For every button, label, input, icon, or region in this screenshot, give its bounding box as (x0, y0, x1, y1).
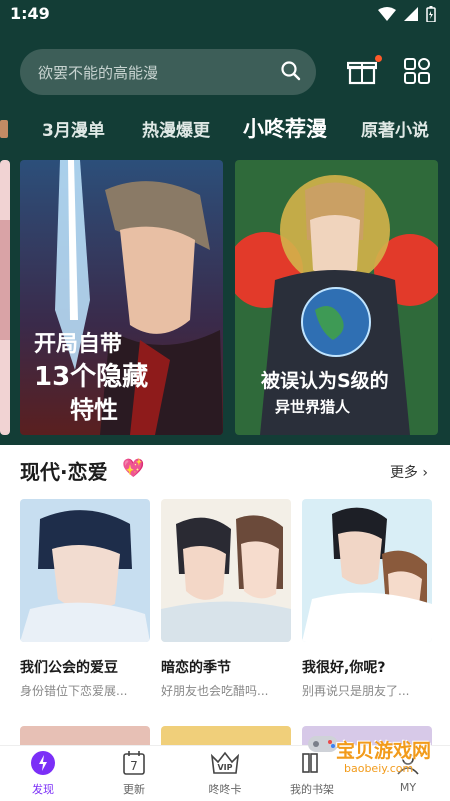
battery-icon (426, 6, 436, 22)
section-title: 现代·恋爱 (20, 460, 108, 484)
svg-text:VIP: VIP (217, 763, 232, 772)
comic-cover (302, 499, 432, 642)
banner-title-line1: 被误认为S级的 (261, 370, 389, 392)
nav-label: 发现 (32, 783, 54, 796)
nav-label: MY (399, 781, 417, 794)
tab-novels[interactable]: 原著小说 (361, 116, 429, 141)
watermark-title: 宝贝游戏网 (336, 740, 432, 762)
banner-title-line2: 异世界猎人 (275, 398, 351, 416)
comic-subtitle: 身份错位下恋爱展... (20, 684, 128, 698)
banner-title-line1: 开局自带 (34, 332, 123, 357)
comic-cover (20, 499, 150, 642)
comic-card[interactable]: 暗恋的季节 好朋友也会吃醋吗... (161, 499, 291, 699)
comic-subtitle: 别再说只是朋友了... (302, 684, 410, 698)
gift-icon (346, 61, 378, 85)
comic-card[interactable]: 我们公会的爱豆 身份错位下恋爱展... (20, 499, 150, 699)
search-bar[interactable]: 欲罢不能的高能漫 (20, 49, 316, 95)
comic-card-peek[interactable] (161, 726, 291, 746)
gamepad-icon (308, 736, 338, 752)
nav-label: 更新 (123, 783, 145, 796)
banner-peek[interactable] (0, 160, 10, 435)
status-bar: 1:49 (0, 0, 450, 28)
comic-title: 我们公会的爱豆 (20, 660, 118, 676)
tab-recommended[interactable]: 小咚荐漫 (243, 113, 327, 143)
discover-icon (31, 751, 55, 775)
nav-label: 我的书架 (290, 783, 334, 796)
header-area: 1:49 欲罢不能的高能漫 3月漫单 热漫爆更 小咚荐漫 原著小说 开局自带 1… (0, 0, 450, 445)
nav-label: 咚咚卡 (208, 783, 242, 796)
comic-card[interactable]: 我很好,你呢? 别再说只是朋友了... (302, 499, 432, 699)
watermark: 宝贝游戏网 baobeiy.com (306, 730, 436, 780)
banner-artwork (235, 160, 438, 435)
signal-icon (404, 7, 418, 21)
category-grid-button[interactable] (404, 58, 430, 88)
calendar-icon: 7 (123, 751, 145, 775)
nav-discover[interactable]: 发现 (13, 750, 73, 797)
banner-card[interactable]: 开局自带 13个隐藏 特性 (20, 160, 223, 435)
banner-title-line3: 特性 (70, 396, 118, 424)
search-icon[interactable] (280, 60, 302, 82)
notification-dot (375, 55, 382, 62)
tab-march-list[interactable]: 3月漫单 (42, 116, 105, 141)
banner-title-line2: 13个隐藏 (34, 362, 149, 392)
search-placeholder: 欲罢不能的高能漫 (38, 64, 159, 82)
nav-vip-card[interactable]: VIP 咚咚卡 (195, 750, 255, 797)
comic-subtitle: 好朋友也会吃醋吗... (161, 684, 269, 698)
status-icons (378, 6, 436, 22)
vip-icon: VIP (210, 751, 240, 774)
nav-updates[interactable]: 7 更新 (104, 750, 164, 797)
gift-button[interactable] (346, 55, 382, 89)
heart-icon: 💖 (122, 458, 145, 479)
tab-bar: 3月漫单 热漫爆更 小咚荐漫 原著小说 (0, 112, 450, 146)
comic-card-peek[interactable] (20, 726, 150, 746)
comic-cover (161, 499, 291, 642)
tab-hot-updates[interactable]: 热漫爆更 (142, 116, 210, 141)
banner-card[interactable]: 被误认为S级的 异世界猎人 (235, 160, 438, 435)
comic-title: 我很好,你呢? (302, 660, 386, 676)
status-time: 1:49 (10, 4, 50, 23)
watermark-url: baobeiy.com (344, 762, 414, 775)
comic-title: 暗恋的季节 (161, 660, 231, 676)
banner-artwork (20, 160, 223, 435)
more-link[interactable]: 更多 › (390, 462, 428, 482)
svg-text:7: 7 (130, 759, 138, 773)
grid-icon (404, 58, 430, 84)
more-label: 更多 (389, 465, 418, 481)
wifi-icon (378, 7, 396, 21)
